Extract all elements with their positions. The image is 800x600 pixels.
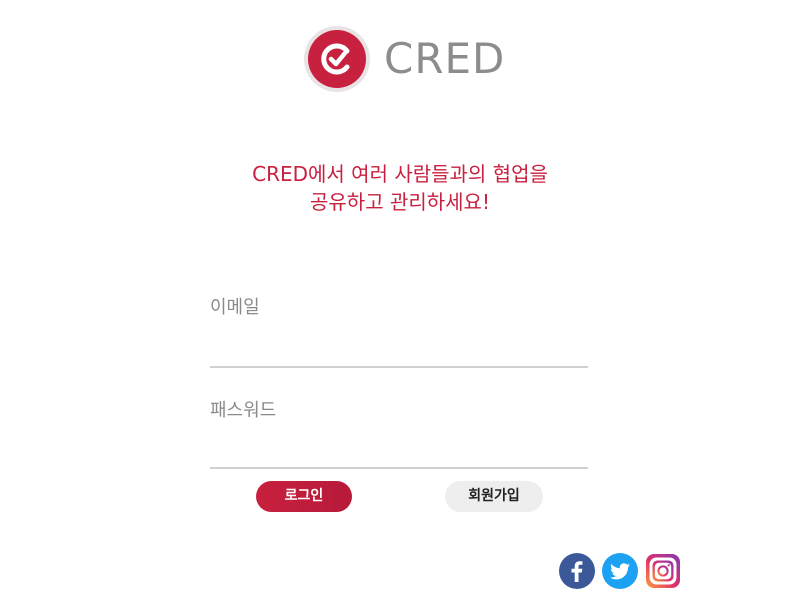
tagline: CRED에서 여러 사람들과의 협업을 공유하고 관리하세요! [0,160,800,216]
tagline-line-2: 공유하고 관리하세요! [310,190,490,214]
tagline-line-1: CRED에서 여러 사람들과의 협업을 [252,162,548,186]
logo-text: CRED [384,34,506,83]
check-circle-icon [308,30,366,88]
instagram-icon[interactable] [645,553,681,589]
logo-badge [304,26,370,92]
login-button[interactable]: 로그인 [256,481,352,512]
social-links [559,553,681,589]
email-input[interactable] [210,336,588,368]
password-input[interactable] [210,437,588,469]
signup-button[interactable]: 회원가입 [445,481,543,512]
password-label: 패스워드 [210,400,277,421]
password-field-group: 패스워드 [210,399,588,469]
twitter-icon[interactable] [602,553,638,589]
facebook-icon[interactable] [559,553,595,589]
login-page: CRED CRED에서 여러 사람들과의 협업을 공유하고 관리하세요! 이메일… [0,0,800,600]
cred-logo: CRED [304,26,505,92]
email-label: 이메일 [210,297,260,318]
email-field-group: 이메일 [210,296,588,368]
